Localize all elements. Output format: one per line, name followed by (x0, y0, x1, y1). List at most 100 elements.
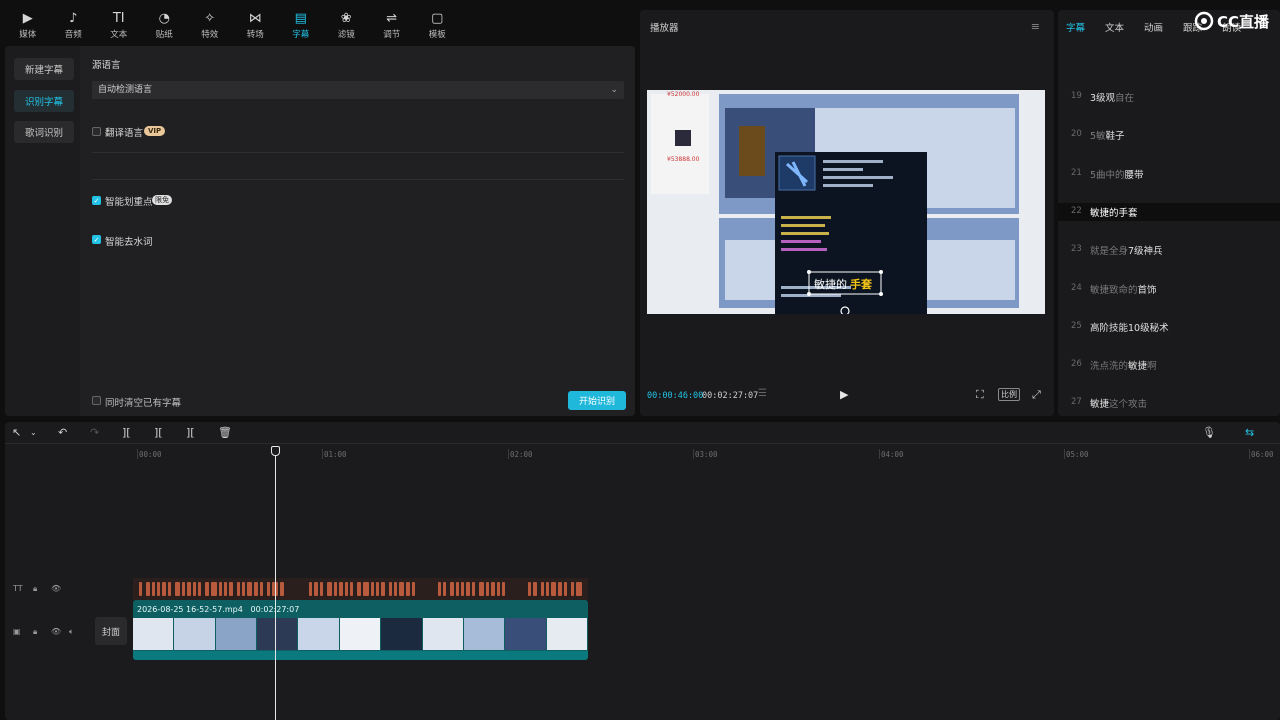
property-tab[interactable]: 文本 (1105, 20, 1124, 34)
subtitle-segment[interactable] (267, 582, 270, 596)
subtitle-segment[interactable] (461, 582, 464, 596)
select-pointer-icon[interactable]: ↖ (12, 426, 21, 439)
toolbar-tab-1[interactable]: ♪ 音频 (51, 8, 97, 44)
subtitle-segment[interactable] (394, 582, 397, 596)
subtitle-segment[interactable] (497, 582, 500, 596)
subtitle-segment[interactable] (438, 582, 441, 596)
recognize-subtitle-button[interactable]: 识别字幕 (14, 90, 74, 112)
subtitle-segment[interactable] (162, 582, 166, 596)
subtitle-segment[interactable] (350, 582, 353, 596)
playhead[interactable] (275, 446, 276, 720)
subtitle-segment[interactable] (399, 582, 404, 596)
redo-icon[interactable]: ↷ (90, 426, 99, 439)
subtitle-row[interactable]: 21 5曲中的腰带 (1058, 165, 1280, 183)
property-tab[interactable]: 字幕 (1066, 20, 1085, 34)
toolbar-tab-9[interactable]: ▢ 模板 (415, 8, 461, 44)
subtitle-row[interactable]: 27 敏捷这个攻击 (1058, 394, 1280, 412)
subtitle-text[interactable]: 敏捷这个攻击 (1090, 396, 1147, 410)
subtitle-row[interactable]: 20 5敏鞋子 (1058, 126, 1280, 144)
timecode-list-icon[interactable]: ☰ (758, 388, 767, 399)
toolbar-tab-5[interactable]: ⋈ 转场 (233, 8, 279, 44)
eye-icon[interactable]: 👁︎ (51, 627, 61, 636)
subtitle-segment[interactable] (472, 582, 475, 596)
subtitle-segment[interactable] (381, 582, 385, 596)
subtitle-segment[interactable] (146, 582, 150, 596)
expand-icon[interactable]: ⤢ (1032, 388, 1041, 402)
subtitle-row[interactable]: 22 敏捷的手套 (1058, 202, 1280, 221)
split-right-icon[interactable]: ][ (186, 426, 195, 439)
subtitle-text[interactable]: 高阶技能10级秘术 (1090, 320, 1169, 334)
subtitle-segment[interactable] (229, 582, 233, 596)
subtitle-segment[interactable] (576, 582, 582, 596)
subtitle-segment[interactable] (466, 582, 470, 596)
subtitle-segment[interactable] (260, 582, 263, 596)
lock-icon[interactable]: 🔒︎ (33, 584, 37, 594)
subtitle-segment[interactable] (479, 582, 484, 596)
subtitle-segment[interactable] (139, 582, 142, 596)
timeline-ruler[interactable]: 00:00 01:00 02:00 03:00 04:00 05:00 06:00 (5, 446, 1280, 460)
subtitle-text[interactable]: 洗点洗的敏捷啊 (1090, 358, 1157, 372)
toolbar-tab-6[interactable]: ▤ 字幕 (278, 8, 324, 44)
subtitle-text[interactable]: 敏捷的手套 (1090, 205, 1138, 219)
subtitle-segment[interactable] (198, 582, 201, 596)
subtitle-text[interactable]: 3级观自在 (1090, 90, 1134, 104)
subtitle-segment[interactable] (558, 582, 562, 596)
subtitle-segment[interactable] (389, 582, 392, 596)
subtitle-segment[interactable] (376, 582, 379, 596)
subtitle-segment[interactable] (345, 582, 348, 596)
cover-button[interactable]: 封面 (95, 617, 127, 645)
menu-icon[interactable]: ≡ (1031, 20, 1040, 33)
subtitle-segment[interactable] (175, 582, 180, 596)
subtitle-segment[interactable] (168, 582, 171, 596)
link-toggle-icon[interactable]: ⇆ (1245, 426, 1254, 439)
subtitle-segment[interactable] (211, 582, 217, 596)
subtitle-segment[interactable] (309, 582, 312, 596)
subtitle-text[interactable]: 5曲中的腰带 (1090, 167, 1144, 181)
subtitle-segment[interactable] (205, 582, 209, 596)
subtitle-text[interactable]: 5敏鞋子 (1090, 128, 1125, 142)
subtitle-segment[interactable] (571, 582, 574, 596)
subtitle-segment[interactable] (357, 582, 361, 596)
subtitle-segment[interactable] (443, 582, 446, 596)
subtitle-segment[interactable] (486, 582, 489, 596)
toolbar-tab-7[interactable]: ❀ 滤镜 (324, 8, 370, 44)
video-preview[interactable]: ¥52000.00 ¥53888.00 敏捷的 手套 (647, 90, 1045, 314)
subtitle-segment[interactable] (450, 582, 454, 596)
toolbar-tab-4[interactable]: ✧ 特效 (187, 8, 233, 44)
microphone-icon[interactable]: 🎙 (1202, 426, 1216, 439)
subtitle-segment[interactable] (502, 582, 505, 596)
subtitle-segment[interactable] (247, 582, 252, 596)
subtitle-segment[interactable] (371, 582, 374, 596)
delete-icon[interactable]: 🗑 (218, 426, 232, 439)
subtitle-segment[interactable] (412, 582, 415, 596)
subtitle-text[interactable]: 敏捷致命的首饰 (1090, 282, 1157, 296)
property-tab[interactable]: 动画 (1144, 20, 1163, 34)
play-icon[interactable]: ▶ (840, 388, 852, 402)
subtitle-segment[interactable] (280, 582, 284, 596)
toolbar-tab-2[interactable]: TI 文本 (96, 8, 142, 44)
smart-highlight-checkbox[interactable]: ✓ (92, 196, 101, 205)
subtitle-segment[interactable] (242, 582, 245, 596)
eye-icon[interactable]: 👁︎ (51, 584, 61, 593)
subtitle-segment[interactable] (406, 582, 410, 596)
subtitle-segment[interactable] (363, 582, 369, 596)
subtitle-segment[interactable] (187, 582, 191, 596)
translate-checkbox[interactable] (92, 127, 101, 136)
new-subtitle-button[interactable]: 新建字幕 (14, 58, 74, 80)
source-language-select[interactable]: 自动检测语言 ⌄ (92, 81, 624, 99)
subtitle-row[interactable]: 26 洗点洗的敏捷啊 (1058, 356, 1280, 374)
subtitle-track[interactable] (133, 578, 588, 600)
toolbar-tab-0[interactable]: ▶ 媒体 (5, 8, 51, 44)
subtitle-segment[interactable] (334, 582, 337, 596)
toolbar-tab-3[interactable]: ◔ 贴纸 (142, 8, 188, 44)
lyrics-recognition-button[interactable]: 歌词识别 (14, 121, 74, 143)
clear-existing-checkbox[interactable] (92, 396, 101, 405)
subtitle-segment[interactable] (546, 582, 549, 596)
undo-icon[interactable]: ↶ (58, 426, 67, 439)
split-left-icon[interactable]: ][ (154, 426, 163, 439)
subtitle-segment[interactable] (551, 582, 556, 596)
lock-icon[interactable]: 🔒︎ (33, 627, 37, 637)
subtitle-segment[interactable] (152, 582, 155, 596)
subtitle-segment[interactable] (182, 582, 185, 596)
video-clip[interactable]: 2026-08-25 16-52-57.mp4 00:02:27:07 (133, 600, 588, 660)
